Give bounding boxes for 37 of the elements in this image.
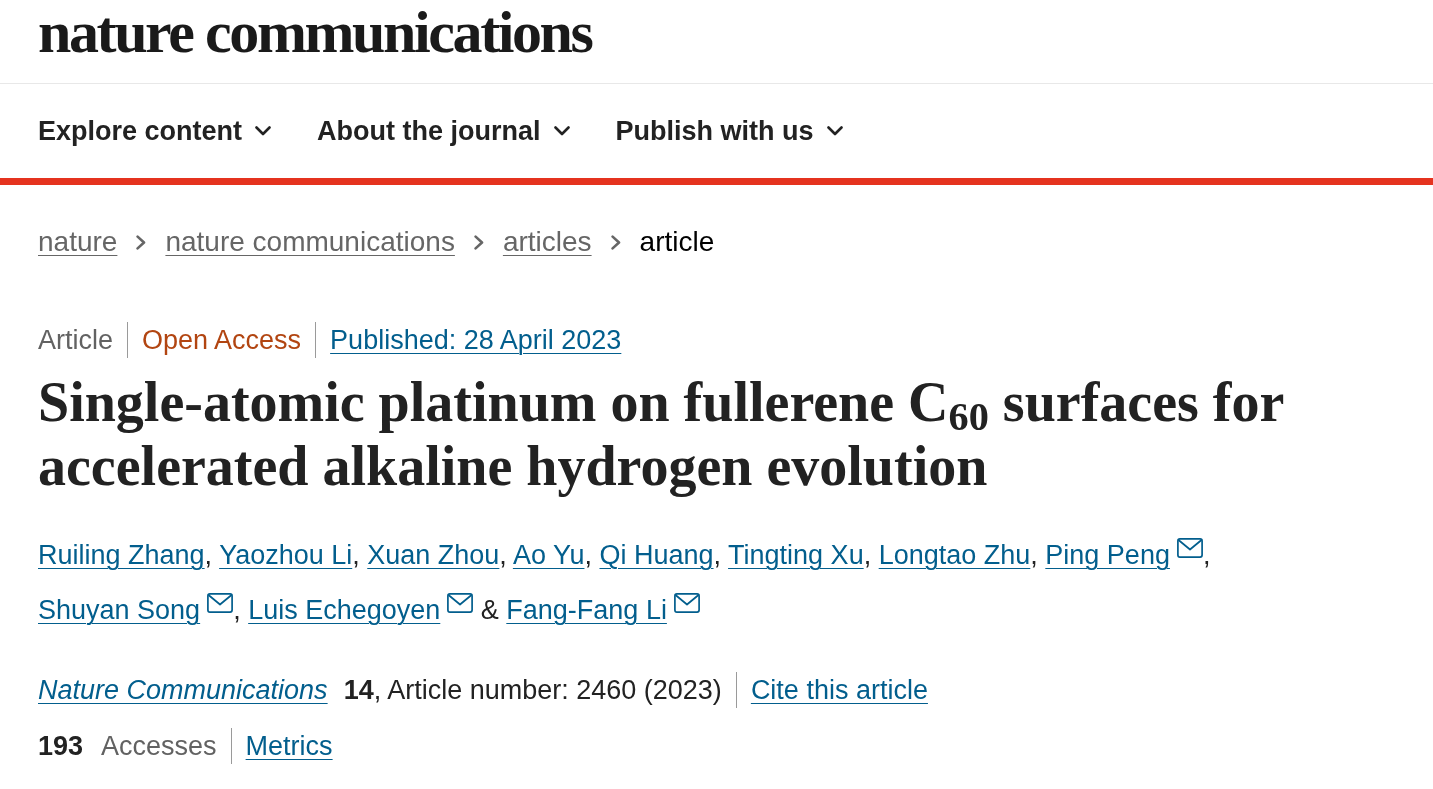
email-icon[interactable]	[673, 593, 700, 613]
author-link[interactable]: Xuan Zhou	[367, 540, 500, 570]
breadcrumb-link[interactable]: nature	[38, 226, 118, 258]
author-link[interactable]: Tingting Xu	[728, 540, 864, 570]
author-link[interactable]: Yaozhou Li	[219, 540, 353, 570]
citation-details: 14, Article number: 2460 (2023)	[343, 674, 722, 706]
journal-logo[interactable]: nature communications	[38, 2, 592, 62]
cite-link[interactable]: Cite this article	[750, 674, 928, 706]
breadcrumb-link[interactable]: articles	[502, 226, 592, 258]
author-link[interactable]: Ping Peng	[1045, 540, 1170, 570]
email-icon[interactable]	[447, 593, 474, 613]
nav-menu-button[interactable]: About the journal	[317, 115, 570, 147]
breadcrumb-link[interactable]: nature communications	[165, 226, 455, 258]
breadcrumb-current: article	[639, 226, 715, 258]
accesses-label: Accesses	[101, 730, 217, 762]
article-title: Single-atomic platinum on fullerene C$_{60}$ surfaces for accelerated alkaline hydrogen evolution	[38, 370, 1285, 498]
metrics-link[interactable]: Metrics	[245, 730, 333, 762]
chevron-right-icon	[473, 234, 484, 250]
author-link[interactable]: Fang-Fang Li	[506, 595, 667, 625]
chevron-right-icon	[136, 234, 147, 250]
journal-link[interactable]: Nature Communications	[38, 674, 328, 706]
author-list: Ruiling Zhang, Yaozhou Li, Xuan Zhou, Ao Yu, Qi Huang, Tingting Xu, Longtao Zhu, Ping Peng , Shuyan Song , Luis Echegoyen & Fang-Fang Li	[38, 528, 1400, 638]
access-label: Open Access	[142, 324, 302, 356]
author-link[interactable]: Ao Yu	[512, 540, 585, 570]
email-icon[interactable]	[1176, 538, 1203, 558]
author-link[interactable]: Luis Echegoyen	[248, 595, 441, 625]
author-link[interactable]: Shuyan Song	[38, 595, 201, 625]
nav-menu-button[interactable]: Publish with us	[615, 115, 843, 147]
email-icon[interactable]	[207, 593, 234, 613]
article-type: Article	[38, 324, 113, 356]
author-link[interactable]: Ruiling Zhang	[38, 540, 205, 570]
access-count: 193	[38, 730, 84, 762]
published-date-link[interactable]: Published: 28 April 2023	[330, 324, 622, 356]
chevron-right-icon	[610, 234, 621, 250]
author-link[interactable]: Qi Huang	[599, 540, 714, 570]
nav-menu-button[interactable]: Explore content	[38, 115, 272, 147]
author-link[interactable]: Longtao Zhu	[878, 540, 1031, 570]
